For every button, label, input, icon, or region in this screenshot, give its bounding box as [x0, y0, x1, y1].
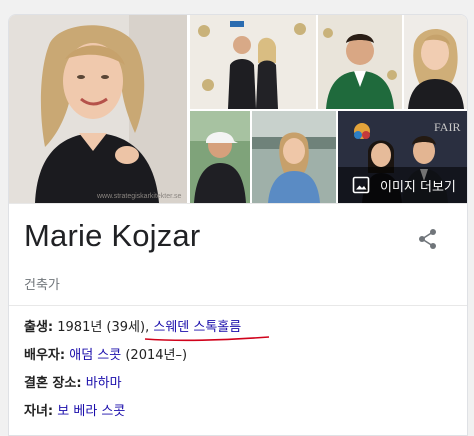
- fact-birth: 출생: 1981년 (39세), 스웨덴 스톡홀름: [24, 318, 454, 346]
- svg-text:FAIR: FAIR: [434, 120, 460, 134]
- fact-text-after: (2014년–): [121, 348, 188, 363]
- fact-label: 결혼 장소:: [24, 376, 82, 391]
- woman-event-illustration: [252, 111, 336, 203]
- spouse-link[interactable]: 애덤 스콧: [69, 348, 121, 363]
- child-link[interactable]: 보 베라 스콧: [57, 404, 125, 419]
- portrait-illustration: [9, 15, 187, 203]
- fact-wedding-place: 결혼 장소: 바하마: [24, 374, 454, 402]
- man-cap-illustration: [190, 111, 250, 203]
- image-gallery: www.strategiskarkitekter.se FAIR 이미지 더보기: [9, 15, 467, 203]
- share-button[interactable]: [413, 224, 443, 254]
- main-photo[interactable]: www.strategiskarkitekter.se: [9, 15, 187, 203]
- image-icon: [352, 176, 370, 194]
- annotation-underline: [145, 336, 270, 342]
- wedding-place-link[interactable]: 바하마: [86, 376, 122, 391]
- fact-spouse: 배우자: 애덤 스콧 (2014년–): [24, 346, 454, 374]
- info-section: Marie Kojzar 건축가 출생: 1981년 (39세), 스웨덴 스톡…: [9, 203, 467, 435]
- green-jacket-illustration: [318, 15, 402, 109]
- photo-watermark: www.strategiskarkitekter.se: [97, 193, 182, 200]
- fact-label: 배우자:: [24, 348, 66, 363]
- fact-label: 출생:: [24, 320, 54, 335]
- fact-label: 자녀:: [24, 404, 54, 419]
- share-icon: [419, 229, 436, 249]
- birthplace-link[interactable]: 스웨덴 스톡홀름: [153, 320, 241, 335]
- gallery-photo-4[interactable]: [190, 111, 250, 203]
- knowledge-panel: www.strategiskarkitekter.se FAIR 이미지 더보기…: [8, 14, 468, 436]
- gallery-photo-2[interactable]: [318, 15, 402, 109]
- gallery-photo-5[interactable]: [252, 111, 336, 203]
- entity-title: Marie Kojzar: [24, 218, 201, 253]
- entity-subtitle: 건축가: [24, 278, 60, 293]
- more-images-label: 이미지 더보기: [380, 179, 456, 195]
- fact-text: 1981년 (39세),: [53, 320, 154, 335]
- facts-list: 출생: 1981년 (39세), 스웨덴 스톡홀름 배우자: 애덤 스콧 (20…: [24, 318, 454, 430]
- couple-event-illustration: [190, 15, 316, 109]
- more-images-button[interactable]: 이미지 더보기: [338, 167, 467, 203]
- gallery-photo-1[interactable]: [190, 15, 316, 109]
- blonde-woman-illustration: [404, 15, 467, 109]
- gallery-photo-3[interactable]: [404, 15, 467, 109]
- fact-link-wrap: 스웨덴 스톡홀름: [145, 318, 270, 342]
- fact-children: 자녀: 보 베라 스콧: [24, 402, 454, 430]
- section-divider: [9, 305, 467, 306]
